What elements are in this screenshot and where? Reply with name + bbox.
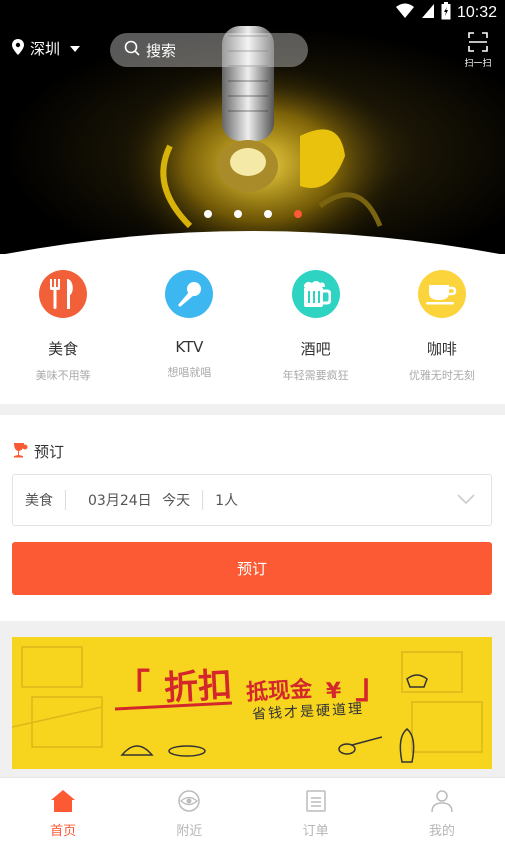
chevron-down-icon[interactable] bbox=[457, 493, 475, 509]
nav-label: 我的 bbox=[428, 824, 455, 839]
search-placeholder: 搜索 bbox=[146, 41, 177, 60]
search-input[interactable]: 搜索 bbox=[110, 33, 308, 67]
promo-banner[interactable]: 「 折扣 抵现金 ¥ 」 省钱才是硬道理 bbox=[12, 637, 492, 769]
battery-icon bbox=[441, 2, 451, 24]
carousel-indicators bbox=[0, 210, 505, 218]
location-pin-icon bbox=[12, 38, 24, 59]
wifi-icon bbox=[395, 3, 415, 23]
beer-mug-icon bbox=[291, 270, 340, 318]
carousel-dot-active[interactable] bbox=[293, 210, 302, 218]
carousel-dot[interactable] bbox=[203, 210, 212, 218]
nav-label: 附近 bbox=[176, 824, 203, 839]
search-icon bbox=[124, 40, 140, 60]
book-button[interactable]: 预订 bbox=[12, 542, 492, 595]
booking-date[interactable]: 03月24日 今天 bbox=[66, 490, 202, 510]
goblet-icon bbox=[12, 442, 28, 462]
nav-label: 首页 bbox=[50, 824, 77, 839]
status-time: 10:32 bbox=[456, 4, 497, 21]
signal-icon bbox=[421, 3, 435, 23]
fork-knife-icon bbox=[39, 270, 88, 318]
eye-icon bbox=[177, 790, 201, 816]
nav-orders[interactable]: 订单 bbox=[253, 778, 379, 841]
category-ktv[interactable]: KTV 想唱就唱 bbox=[126, 254, 252, 404]
promo-section: 「 折扣 抵现金 ¥ 」 省钱才是硬道理 bbox=[0, 621, 505, 777]
category-title: 美食 bbox=[48, 340, 79, 358]
bottom-nav: 首页 附近 订单 我的 bbox=[0, 777, 505, 841]
bracket-open: 「 bbox=[116, 667, 150, 707]
category-title: 酒吧 bbox=[300, 340, 331, 358]
city-name: 深圳 bbox=[30, 40, 61, 58]
top-bar: 深圳 搜索 扫一扫 bbox=[0, 26, 505, 74]
microphone-icon bbox=[165, 270, 214, 318]
chevron-down-icon bbox=[70, 45, 81, 52]
booking-day: 今天 bbox=[162, 493, 191, 509]
booking-date-value: 03月24日 bbox=[88, 493, 152, 509]
booking-options-field[interactable]: 美食 03月24日 今天 1人 bbox=[12, 474, 492, 526]
category-title: 咖啡 bbox=[426, 340, 457, 358]
promo-headline-main: 折扣 bbox=[163, 665, 234, 709]
city-selector[interactable]: 深圳 bbox=[12, 38, 81, 59]
hero-curve bbox=[5, 231, 500, 254]
app-screen: 10:32 深圳 搜索 扫一扫 美食 美味不用等 KTV 想唱就唱 酒吧 年轻需… bbox=[0, 0, 505, 841]
category-subtitle: 年轻需要疯狂 bbox=[282, 369, 349, 382]
scan-icon bbox=[468, 32, 488, 55]
booking-section: 预订 美食 03月24日 今天 1人 预订 bbox=[0, 415, 505, 621]
coffee-cup-icon bbox=[417, 270, 466, 318]
category-bar[interactable]: 酒吧 年轻需要疯狂 bbox=[253, 254, 379, 404]
carousel-dot[interactable] bbox=[263, 210, 272, 218]
category-grid: 美食 美味不用等 KTV 想唱就唱 酒吧 年轻需要疯狂 咖啡 优雅无时无刻 bbox=[0, 254, 505, 404]
home-icon bbox=[51, 790, 76, 816]
status-bar: 10:32 bbox=[0, 0, 505, 26]
category-subtitle: 想唱就唱 bbox=[167, 366, 212, 379]
booking-title: 预订 bbox=[34, 443, 65, 461]
category-food[interactable]: 美食 美味不用等 bbox=[0, 254, 126, 404]
nav-nearby[interactable]: 附近 bbox=[126, 778, 252, 841]
category-title: KTV bbox=[175, 338, 204, 356]
scan-label: 扫一扫 bbox=[464, 59, 492, 69]
category-coffee[interactable]: 咖啡 优雅无时无刻 bbox=[379, 254, 505, 404]
category-subtitle: 优雅无时无刻 bbox=[408, 369, 475, 382]
nav-home[interactable]: 首页 bbox=[0, 778, 126, 841]
booking-header: 预订 bbox=[12, 441, 64, 462]
person-icon bbox=[431, 790, 453, 816]
document-icon bbox=[305, 790, 326, 816]
nav-label: 订单 bbox=[302, 824, 329, 839]
booking-people[interactable]: 1人 bbox=[203, 490, 250, 510]
scan-button[interactable]: 扫一扫 bbox=[461, 32, 495, 69]
booking-category[interactable]: 美食 bbox=[13, 490, 65, 510]
nav-profile[interactable]: 我的 bbox=[379, 778, 505, 841]
category-subtitle: 美味不用等 bbox=[35, 369, 91, 382]
carousel-dot[interactable] bbox=[233, 210, 242, 218]
